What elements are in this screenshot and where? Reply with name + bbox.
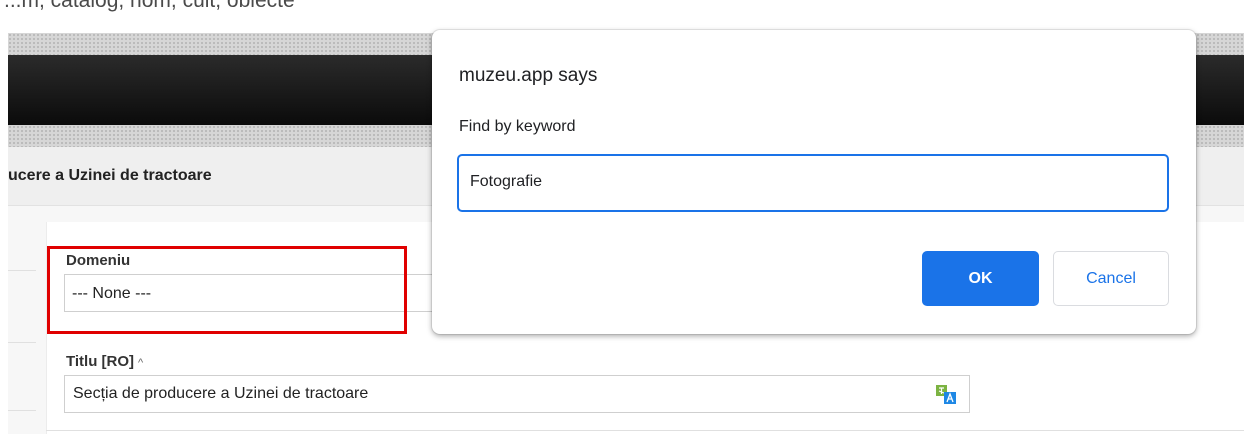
titlu-label: Titlu [RO] ^ bbox=[66, 353, 143, 370]
partial-top-text: ...m, catalog, nom, cult, obiecte bbox=[4, 0, 295, 12]
titlu-input[interactable]: Secția de producere a Uzinei de tractoar… bbox=[64, 375, 970, 413]
highlight-frame bbox=[47, 246, 407, 334]
keyword-input-value: Fotografie bbox=[470, 173, 543, 190]
ok-button[interactable]: OK bbox=[922, 251, 1039, 306]
page-title: ucere a Uzinei de tractoare bbox=[8, 167, 212, 184]
cancel-button[interactable]: Cancel bbox=[1053, 251, 1169, 306]
divider bbox=[8, 410, 36, 411]
dialog-title: muzeu.app says bbox=[459, 65, 598, 86]
sort-hint-icon[interactable]: ^ bbox=[138, 357, 143, 369]
browser-top-strip: ...m, catalog, nom, cult, obiecte bbox=[0, 0, 1244, 30]
divider bbox=[8, 270, 36, 271]
divider bbox=[46, 430, 1244, 431]
titlu-label-text: Titlu [RO] bbox=[66, 353, 135, 370]
prompt-dialog: muzeu.app says Find by keyword Fotografi… bbox=[432, 30, 1196, 334]
divider bbox=[8, 342, 36, 343]
keyword-input[interactable]: Fotografie bbox=[457, 154, 1169, 212]
titlu-input-value: Secția de producere a Uzinei de tractoar… bbox=[73, 385, 369, 402]
translate-icon[interactable] bbox=[936, 384, 956, 404]
dialog-message: Find by keyword bbox=[459, 118, 576, 135]
